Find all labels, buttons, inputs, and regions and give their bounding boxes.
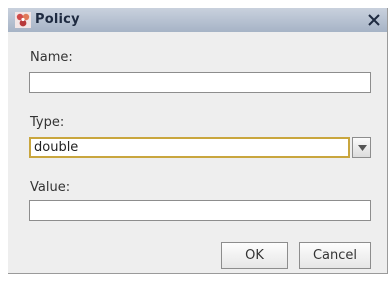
value-input[interactable]: [29, 200, 371, 221]
chevron-down-icon: [358, 145, 367, 151]
type-select-arrow-button[interactable]: [352, 137, 371, 158]
close-icon[interactable]: [367, 13, 381, 27]
window-title: Policy: [35, 12, 80, 27]
cancel-button[interactable]: Cancel: [299, 242, 371, 269]
value-label: Value:: [30, 180, 71, 195]
policy-app-icon: [15, 12, 31, 28]
type-select[interactable]: double: [29, 137, 371, 158]
name-input[interactable]: [29, 72, 371, 93]
name-label: Name:: [30, 50, 73, 65]
ok-button[interactable]: OK: [221, 242, 288, 269]
policy-dialog: Policy Name: Type: double Value: OK Canc…: [8, 8, 388, 274]
type-select-value[interactable]: double: [29, 137, 350, 158]
type-label: Type:: [30, 115, 65, 130]
title-bar[interactable]: Policy: [8, 8, 387, 32]
